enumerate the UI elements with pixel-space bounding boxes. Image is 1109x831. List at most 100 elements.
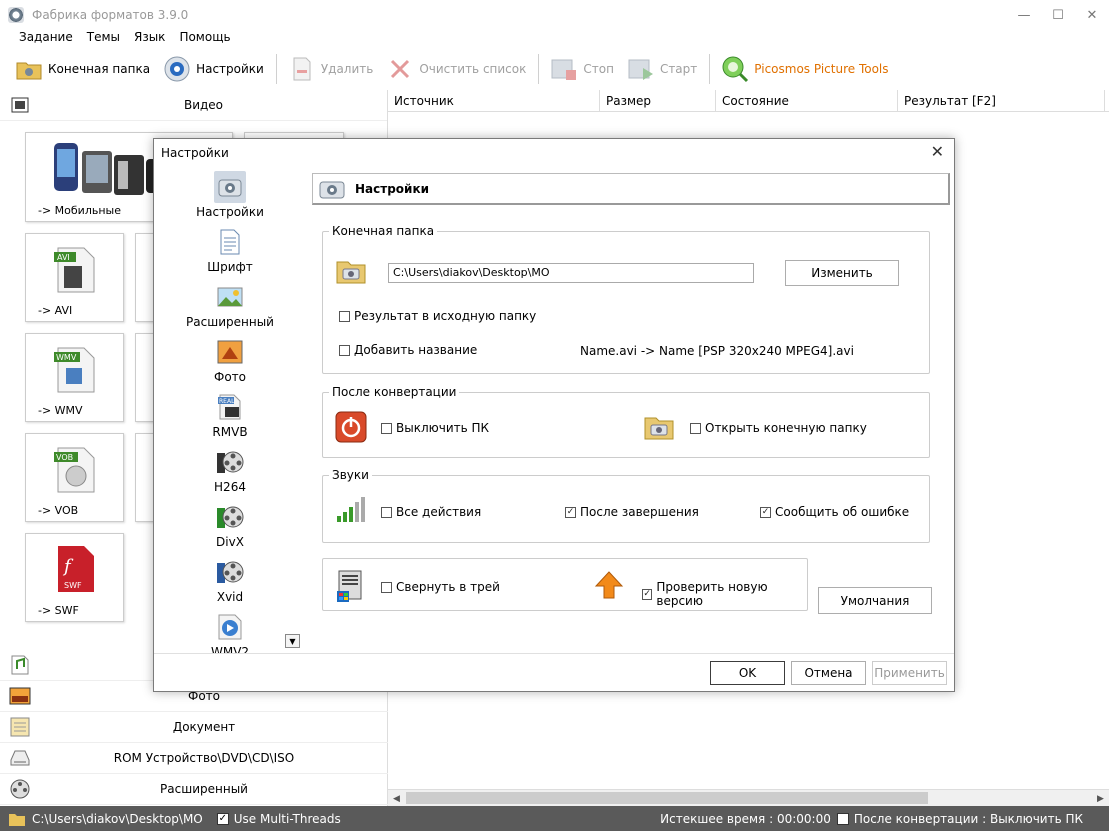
- category-video[interactable]: Видео: [0, 90, 387, 121]
- nav-scroll-down-icon[interactable]: ▼: [285, 634, 300, 648]
- column-result[interactable]: Результат [F2]: [898, 90, 1105, 111]
- group-tray-update: Свернуть в трей ✓ Проверить новую версию: [322, 558, 808, 611]
- power-icon: [335, 411, 367, 443]
- defaults-button[interactable]: Умолчания: [818, 587, 932, 614]
- nav-xvid[interactable]: Xvid: [184, 554, 276, 609]
- checkbox-box[interactable]: [690, 422, 701, 434]
- picosmos-button[interactable]: Picosmos Picture Tools: [720, 54, 889, 84]
- settings-camera-icon: [214, 171, 246, 203]
- multithreads-checkbox[interactable]: ✓: [216, 812, 229, 825]
- tile-wmv[interactable]: WMV -> WMV: [25, 333, 124, 422]
- swf-icon: fSWF: [58, 546, 94, 592]
- toolbar: Конечная папка Настройки Удалить Очистит…: [0, 50, 1109, 88]
- nav-photo[interactable]: Фото: [184, 334, 276, 389]
- group-after-convert: После конвертации Выключить ПК Открыть к…: [322, 385, 930, 458]
- nav-font[interactable]: Шрифт: [184, 224, 276, 279]
- drive-icon: [8, 746, 32, 770]
- scroll-thumb[interactable]: [406, 792, 928, 804]
- menu-help[interactable]: Помощь: [172, 28, 237, 48]
- tile-avi[interactable]: AVI -> AVI: [25, 233, 124, 322]
- tile-partial[interactable]: [135, 433, 155, 522]
- sound-all-label: Все действия: [396, 505, 482, 519]
- multithreads-label: Use Multi-Threads: [233, 811, 341, 826]
- wmv2-icon: [214, 611, 246, 643]
- nav-divx[interactable]: DivX: [184, 499, 276, 554]
- svg-text:REAL: REAL: [219, 398, 235, 405]
- check-update-checkbox[interactable]: ✓ Проверить новую версию: [642, 580, 807, 608]
- column-state[interactable]: Состояние: [716, 90, 898, 111]
- maximize-button[interactable]: ☐: [1041, 0, 1075, 30]
- checkbox-box[interactable]: [339, 344, 350, 356]
- settings-button[interactable]: Настройки: [162, 54, 264, 84]
- open-folder-checkbox[interactable]: Открыть конечную папку: [690, 421, 867, 435]
- dest-path-input[interactable]: C:\Users\diakov\Desktop\MO: [388, 263, 754, 283]
- menu-themes[interactable]: Темы: [80, 28, 127, 48]
- elapsed-time: Истекшее время : 00:00:00: [660, 811, 831, 826]
- wmv-icon: WMV: [54, 347, 95, 393]
- close-button[interactable]: ✕: [1075, 0, 1109, 30]
- column-size[interactable]: Размер: [600, 90, 716, 111]
- scroll-right-icon[interactable]: ▶: [1092, 790, 1109, 807]
- tile-swf-label: -> SWF: [38, 604, 79, 617]
- open-folder-label: Открыть конечную папку: [705, 421, 867, 435]
- nav-xvid-label: Xvid: [216, 590, 244, 604]
- menu-task[interactable]: Задание: [12, 28, 80, 48]
- column-source[interactable]: Источник: [388, 90, 600, 111]
- category-advanced-label: Расширенный: [160, 782, 248, 796]
- after-convert-checkbox[interactable]: [836, 812, 849, 825]
- nav-advanced[interactable]: Расширенный: [184, 279, 276, 334]
- folder-icon: [335, 257, 367, 285]
- ok-button[interactable]: OK: [710, 661, 785, 685]
- nav-photo-label: Фото: [213, 370, 246, 384]
- tile-swf[interactable]: f SWF -> SWF: [25, 533, 124, 622]
- start-button[interactable]: Старт: [626, 54, 697, 84]
- dialog-title: Настройки: [161, 146, 229, 160]
- category-document[interactable]: Документ: [0, 712, 388, 743]
- apply-button[interactable]: Применить: [872, 661, 947, 685]
- dest-folder-button[interactable]: Конечная папка: [14, 54, 150, 84]
- checkbox-box[interactable]: [339, 310, 350, 322]
- checkbox-box[interactable]: ✓: [642, 588, 653, 600]
- nav-settings[interactable]: Настройки: [184, 169, 276, 224]
- tile-partial[interactable]: [135, 333, 155, 422]
- dialog-close-button[interactable]: ✕: [931, 142, 944, 161]
- checkbox-box[interactable]: [381, 506, 392, 518]
- group-dest-folder: Конечная папка C:\Users\diakov\Desktop\M…: [322, 224, 930, 374]
- delete-icon: [287, 54, 317, 84]
- group-dest-folder-legend: Конечная папка: [329, 224, 438, 238]
- tile-partial[interactable]: [135, 233, 155, 322]
- menu-language[interactable]: Язык: [127, 28, 172, 48]
- nav-wmv2[interactable]: WMV2: [184, 609, 276, 655]
- add-name-checkbox[interactable]: Добавить название: [339, 343, 477, 357]
- signal-bars-icon: [335, 496, 367, 524]
- start-label: Старт: [659, 62, 698, 76]
- scroll-left-icon[interactable]: ◀: [388, 790, 405, 807]
- sound-all-checkbox[interactable]: Все действия: [381, 505, 481, 519]
- add-name-label: Добавить название: [354, 343, 478, 357]
- sound-finish-checkbox[interactable]: ✓ После завершения: [565, 505, 699, 519]
- minimize-button[interactable]: —: [1007, 0, 1041, 30]
- horizontal-scrollbar[interactable]: ◀ ▶: [388, 789, 1109, 806]
- checkbox-box[interactable]: ✓: [565, 506, 576, 518]
- tile-vob[interactable]: VOB -> VOB: [25, 433, 124, 522]
- start-icon: [626, 54, 656, 84]
- cancel-button[interactable]: Отмена: [791, 661, 866, 685]
- checkbox-box[interactable]: [381, 422, 392, 434]
- delete-button[interactable]: Удалить: [287, 54, 373, 84]
- window-title: Фабрика форматов 3.9.0: [32, 8, 189, 22]
- checkbox-box[interactable]: [381, 581, 392, 593]
- stop-button[interactable]: Стоп: [549, 54, 614, 84]
- sound-error-checkbox[interactable]: ✓ Сообщить об ошибке: [760, 505, 909, 519]
- checkbox-box[interactable]: ✓: [760, 506, 771, 518]
- category-rom[interactable]: ROM Устройство\DVD\CD\ISO: [0, 743, 388, 774]
- shutdown-checkbox[interactable]: Выключить ПК: [381, 421, 489, 435]
- toolbar-separator: [538, 54, 540, 84]
- clear-list-button[interactable]: Очистить список: [385, 54, 526, 84]
- result-to-source-checkbox[interactable]: Результат в исходную папку: [339, 309, 536, 323]
- nav-h264-label: H264: [214, 480, 246, 494]
- minimize-tray-checkbox[interactable]: Свернуть в трей: [381, 580, 500, 594]
- nav-h264[interactable]: H264: [184, 444, 276, 499]
- change-button[interactable]: Изменить: [785, 260, 899, 286]
- nav-rmvb[interactable]: REAL RMVB: [184, 389, 276, 444]
- category-advanced[interactable]: Расширенный: [0, 774, 388, 805]
